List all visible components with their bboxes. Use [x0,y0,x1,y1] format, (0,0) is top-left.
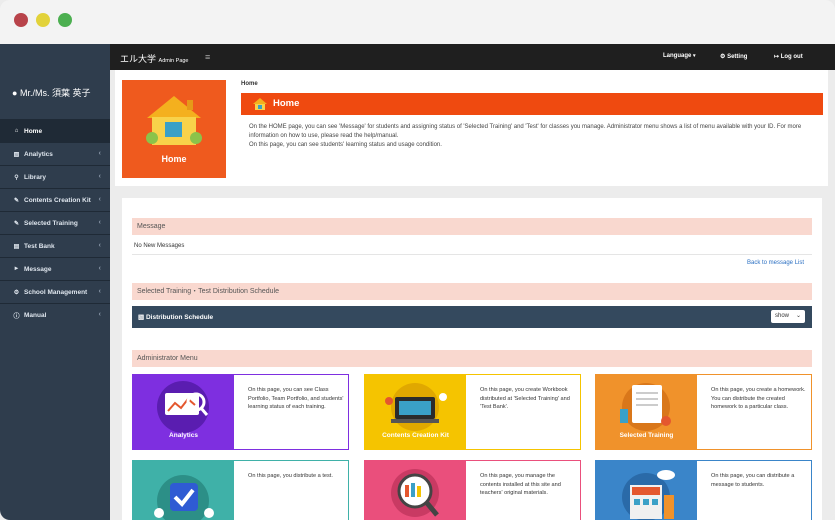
admin-card-selected-training[interactable]: Selected Training On this page, you crea… [595,374,812,450]
logout-link[interactable]: ↦ Log out [774,53,803,60]
main-content: Home Home Home On the HOME page, you can… [110,70,835,520]
chevron-left-icon: ‹ [98,288,101,295]
chevron-left-icon: ‹ [98,196,101,203]
info-icon: ⓘ [13,313,20,320]
test-bank-illustration [133,461,234,520]
home-tile: Home [122,80,226,178]
pencil-icon: ✎ [13,220,20,227]
home-panel: Home Home Home On the HOME page, you can… [115,70,828,186]
home-description: On the HOME page, you can see 'Message' … [249,124,802,148]
admin-card-analytics[interactable]: Analytics On this page, you can see Clas… [132,374,349,450]
home-icon: ⌂ [14,128,19,134]
user-icon: ● [12,88,18,98]
no-messages-text: No New Messages [134,243,185,249]
minimize-window-button[interactable] [36,13,50,27]
admin-menu-heading: Administrator Menu [132,350,812,367]
sidebar-item-analytics[interactable]: ▧ Analytics ‹ [0,142,110,165]
close-window-button[interactable] [14,13,28,27]
chevron-left-icon: ‹ [98,311,101,318]
news-building-icon [622,470,675,520]
gear-icon: ⚙ [13,289,20,296]
chevron-left-icon: ‹ [98,219,101,226]
brand[interactable]: エル大学 Admin Page [120,52,189,65]
chevron-left-icon: ‹ [98,173,101,180]
caret-down-icon: ▾ [693,53,696,59]
sidebar-item-selected-training[interactable]: ✎ Selected Training ‹ [0,211,110,234]
magnifier-books-icon [391,469,439,517]
chevron-left-icon: ‹ [98,150,101,157]
sidebar-item-message[interactable]: ► Message ‹ [0,257,110,280]
breadcrumb[interactable]: Home [241,81,258,87]
sidebar-nav: ⌂ Home ▧ Analytics ‹ ⚲ Library ‹ ✎ Conte… [0,119,110,326]
admin-card-message[interactable]: On this page, you can distribute a messa… [595,460,812,520]
maximize-window-button[interactable] [58,13,72,27]
sidebar-item-manual[interactable]: ⓘ Manual ‹ [0,303,110,326]
house-icon [146,96,202,145]
sidebar-item-home[interactable]: ⌂ Home [0,119,110,142]
house-icon [253,98,267,110]
window-titlebar [0,0,835,44]
top-navbar: エル大学 Admin Page ≡ Language ▾ ⚙ Setting ↦… [110,44,835,70]
bar-chart-icon: ▧ [13,151,20,158]
browser-window: ● Mr./Ms. 須葉 英子 ⌂ Home ▧ Analytics ‹ ⚲ L… [0,0,835,520]
message-illustration [596,461,697,520]
gear-icon: ⚙ [720,54,726,60]
analytics-illustration: Analytics [133,375,234,449]
contents-creation-illustration: Contents Creation Kit [365,375,466,449]
schedule-show-select[interactable]: show ⌄ [771,310,805,323]
schedule-section-heading: Selected Training・Test Distribution Sche… [132,283,812,300]
chevron-left-icon: ‹ [98,265,101,272]
admin-card-library[interactable]: On this page, you manage the contents in… [364,460,581,520]
chevron-down-icon: ⌄ [795,313,801,319]
sidebar: ● Mr./Ms. 須葉 英子 ⌂ Home ▧ Analytics ‹ ⚲ L… [0,44,110,520]
sidebar-item-school-management[interactable]: ⚙ School Management ‹ [0,280,110,303]
selected-training-illustration: Selected Training [596,375,697,449]
sidebar-item-contents-creation-kit[interactable]: ✎ Contents Creation Kit ‹ [0,188,110,211]
divider [132,254,812,255]
page-title: Home [273,98,300,109]
pencil-icon: ✎ [13,197,20,204]
logout-icon: ↦ [774,54,780,60]
page-title-bar: Home [241,93,823,115]
sidebar-item-test-bank[interactable]: ▤ Test Bank ‹ [0,234,110,257]
bar-chart-icon: ▧ [138,314,145,321]
user-name: ● Mr./Ms. 須葉 英子 [12,88,91,98]
search-icon: ⚲ [14,174,19,181]
setting-link[interactable]: ⚙ Setting [720,53,747,60]
dashboard-content: Message No New Messages Back to message … [122,198,822,520]
menu-toggle-icon[interactable]: ≡ [205,52,210,62]
chevron-left-icon: ‹ [98,242,101,249]
checkmark-badge-icon [154,475,214,520]
admin-card-test-bank[interactable]: On this page, you distribute a test. [132,460,349,520]
distribution-schedule-bar: ▧ Distribution Schedule show ⌄ [132,306,812,328]
list-icon: ▤ [13,243,20,250]
sidebar-item-library[interactable]: ⚲ Library ‹ [0,165,110,188]
admin-card-contents-creation-kit[interactable]: Contents Creation Kit On this page, you … [364,374,581,450]
library-illustration [365,461,466,520]
language-dropdown[interactable]: Language ▾ [663,53,696,59]
back-to-message-list-link[interactable]: Back to message List [747,260,804,266]
message-section-heading: Message [132,218,812,235]
megaphone-icon: ► [13,266,20,272]
